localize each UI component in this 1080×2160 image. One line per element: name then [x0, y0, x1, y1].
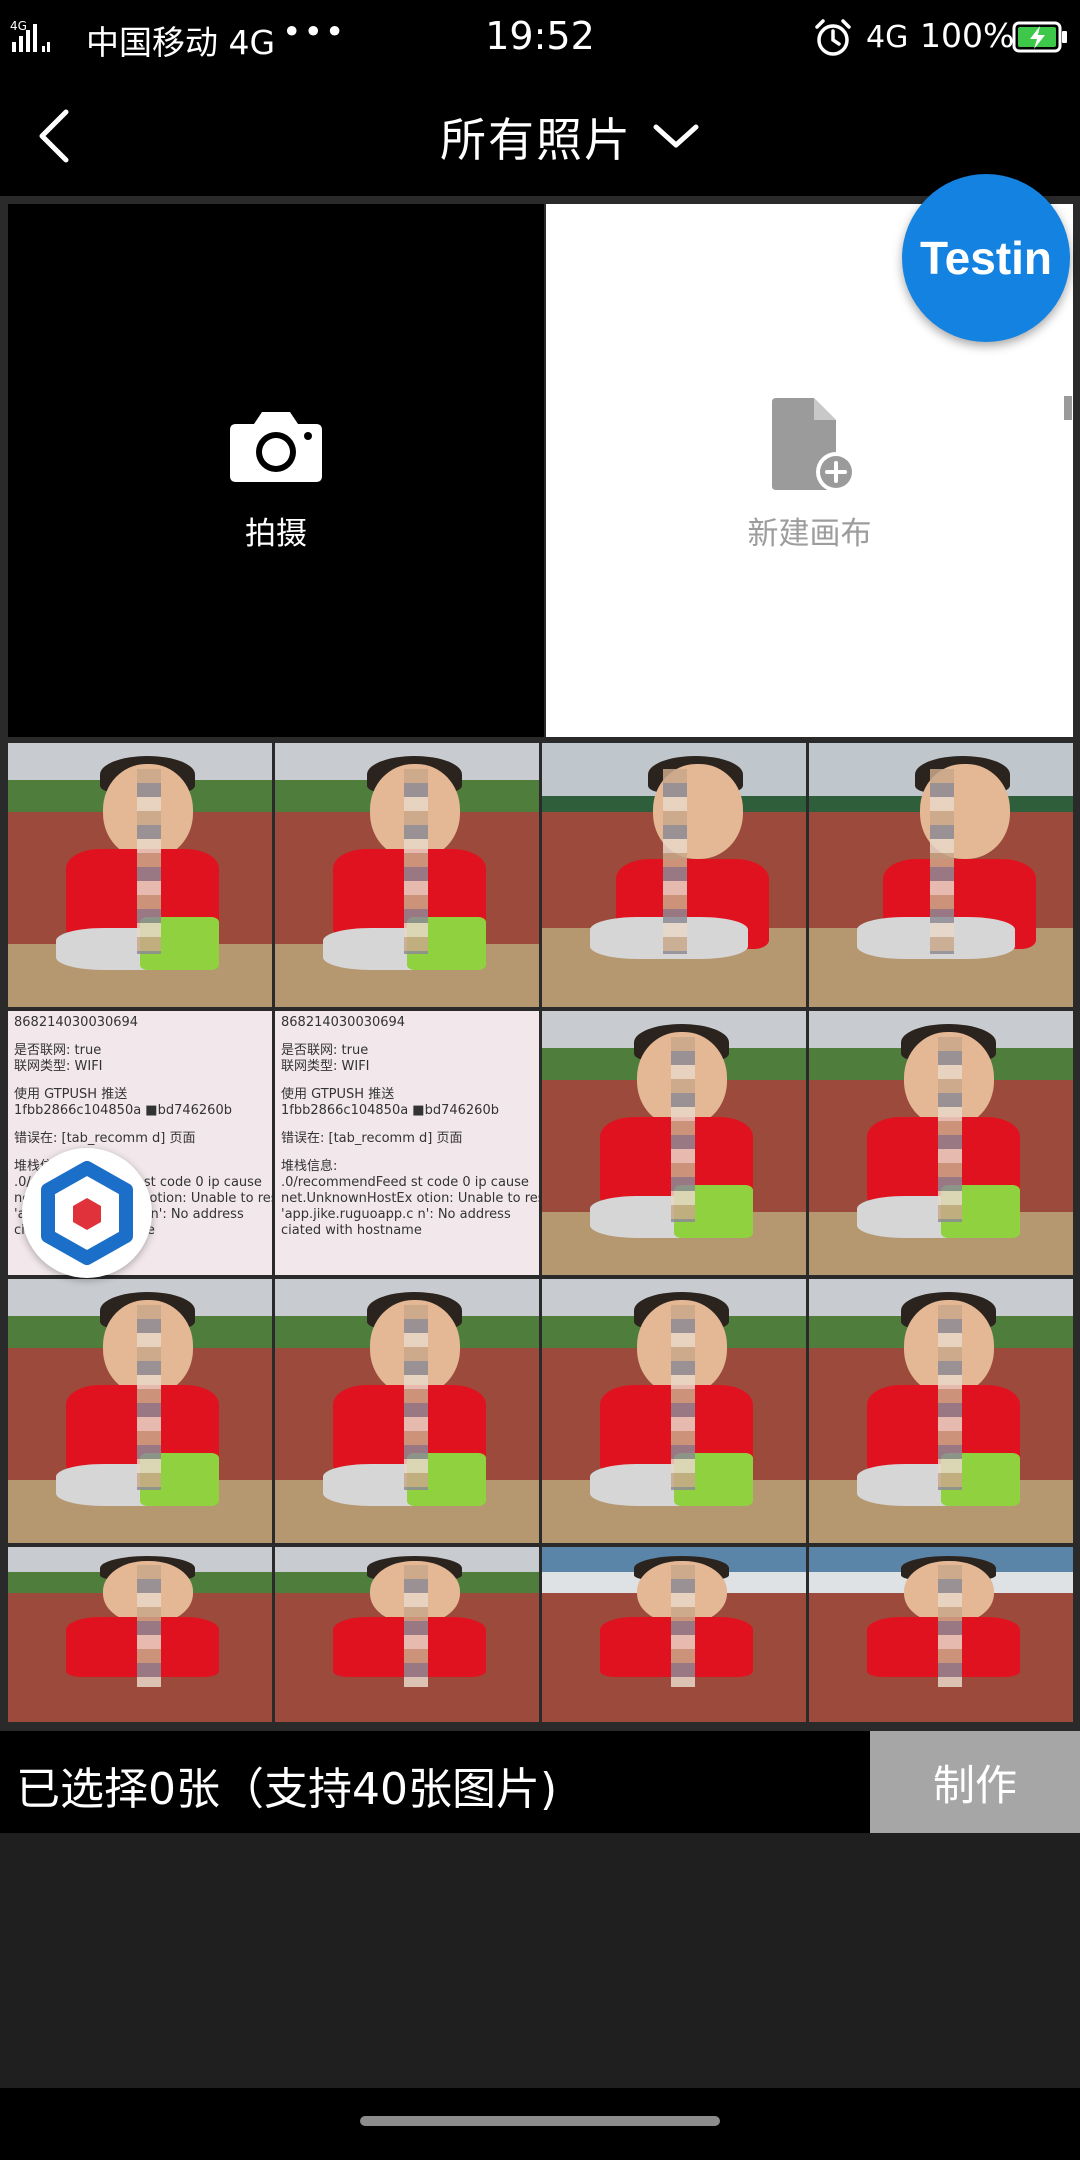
testin-floating-button[interactable]: Testin	[902, 174, 1070, 342]
take-photo-label: 拍摄	[245, 516, 307, 552]
screenshot-thumbnail[interactable]: 868214030030694 是否联网: true 联网类型: WIFI 使用…	[275, 1011, 539, 1275]
make-button[interactable]: 制作	[870, 1731, 1080, 1833]
photo-grid: 拍摄 新建画布 868214030030694 是否联网: true 联网类型:…	[0, 196, 1080, 1731]
battery-charging-icon	[1012, 21, 1067, 53]
new-canvas-label: 新建画布	[747, 516, 872, 552]
take-photo-tile[interactable]: 拍摄	[8, 204, 544, 737]
photo-thumbnail[interactable]	[542, 1011, 806, 1275]
page-title: 所有照片	[440, 113, 632, 167]
home-indicator[interactable]	[360, 2116, 720, 2126]
floating-assistant-button[interactable]	[22, 1148, 152, 1278]
testin-label: Testin	[919, 232, 1053, 284]
hexagon-logo-icon	[41, 1161, 133, 1265]
camera-icon	[230, 412, 322, 482]
header: 所有照片	[0, 76, 1080, 196]
photo-thumbnail[interactable]	[809, 1547, 1073, 1722]
photo-thumbnail[interactable]	[275, 1279, 539, 1543]
new-file-icon	[771, 398, 856, 492]
photo-thumbnail[interactable]	[542, 743, 806, 1007]
chevron-down-icon	[653, 124, 699, 148]
selection-count: 已选择0张（支持40张图片)	[16, 1764, 558, 1815]
clock: 19:52	[485, 14, 595, 58]
back-button[interactable]	[20, 98, 96, 174]
selection-bar: 已选择0张（支持40张图片) 制作	[0, 1731, 1080, 1833]
empty-panel	[0, 1833, 1080, 2088]
battery-percent: 100%	[920, 16, 1015, 55]
photo-thumbnail[interactable]	[809, 1011, 1073, 1275]
status-bar: 4G 中国移动 4G ••• 19:52 4G 100%	[0, 0, 1080, 76]
scrollbar[interactable]	[1064, 396, 1072, 420]
navigation-bar	[0, 2088, 1080, 2160]
network-type: 4G	[866, 20, 909, 55]
alarm-icon	[815, 19, 851, 56]
photo-thumbnail[interactable]	[809, 1279, 1073, 1543]
album-selector[interactable]: 所有照片	[440, 102, 702, 172]
photo-thumbnail[interactable]	[8, 743, 272, 1007]
photo-thumbnail[interactable]	[8, 1279, 272, 1543]
photo-thumbnail[interactable]	[542, 1547, 806, 1722]
photo-thumbnail[interactable]	[275, 1547, 539, 1722]
photo-thumbnail[interactable]	[275, 743, 539, 1007]
photo-thumbnail[interactable]	[809, 743, 1073, 1007]
photo-thumbnail[interactable]	[8, 1547, 272, 1722]
photo-thumbnail[interactable]	[542, 1279, 806, 1543]
